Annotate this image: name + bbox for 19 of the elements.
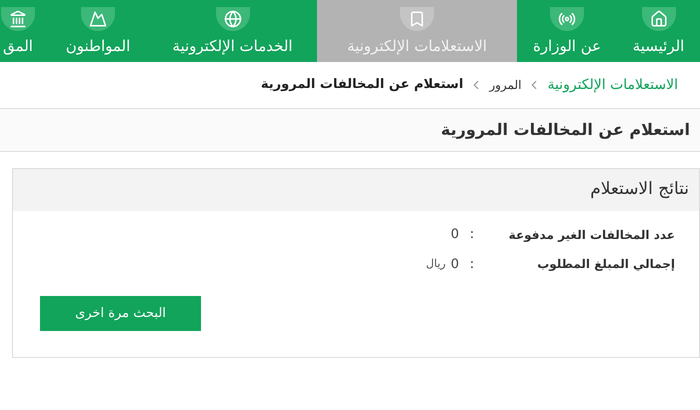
field-value: 0 [450,256,459,274]
page-title: استعلام عن المخالفات المرورية [440,119,690,141]
breadcrumb-current: استعلام عن المخالفات المرورية [260,76,464,94]
field-label: عدد المخالفات الغير مدفوعة [508,226,675,244]
globe-icon [224,10,242,28]
panel-title: نتائج الاستعلام [590,178,689,202]
nav-tab[interactable]: الاستعلامات الإلكترونية [317,0,517,62]
mountain-icon [89,10,107,28]
currency-unit: ريال [426,256,446,272]
field-label: إجمالي المبلغ المطلوب [536,256,675,274]
field-value: 0 [450,226,459,244]
breadcrumb-link[interactable]: الاستعلامات الإلكترونية [547,74,678,96]
search-again-button[interactable]: البحث مرة اخرى [40,296,201,331]
breadcrumb-link[interactable]: المرور [489,76,522,94]
colon-separator: : [468,226,476,244]
house-icon [650,10,668,28]
building-icon [9,10,27,28]
colon-separator: : [468,256,476,274]
bookmark-icon [408,10,426,28]
